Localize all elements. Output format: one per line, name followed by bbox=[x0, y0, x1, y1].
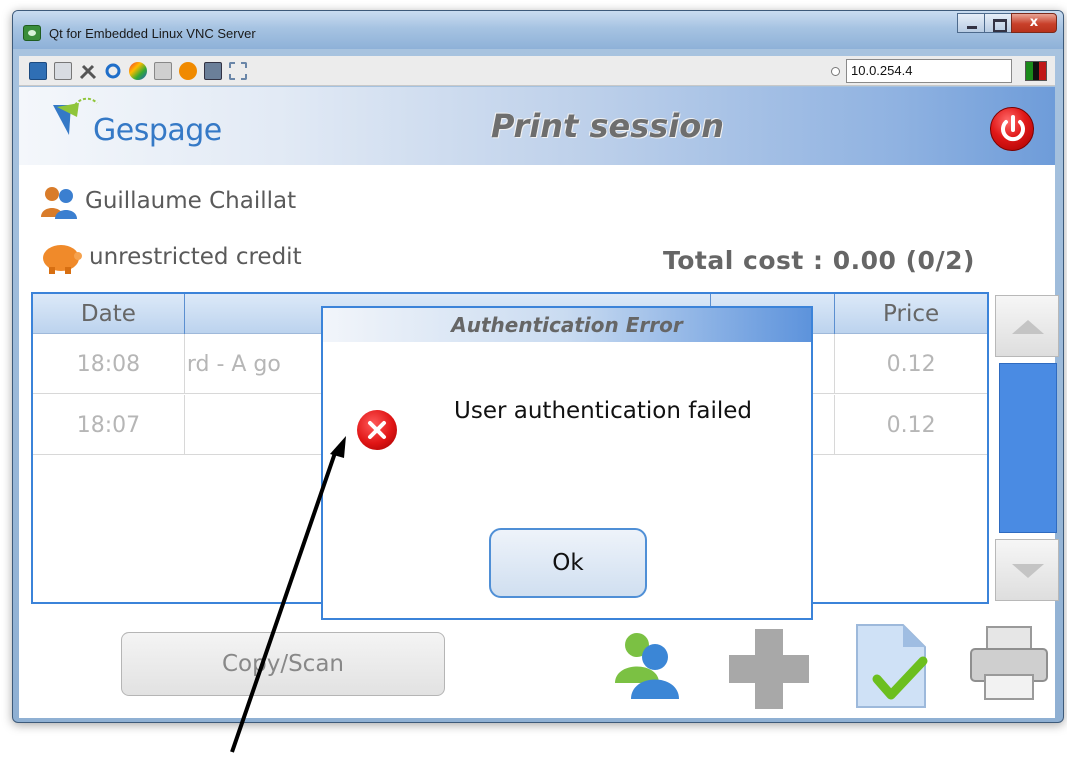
scroll-up-button[interactable] bbox=[995, 295, 1059, 357]
users-icon bbox=[41, 187, 77, 219]
scrollbar-thumb[interactable] bbox=[999, 363, 1057, 533]
error-icon bbox=[357, 410, 397, 450]
dialog-title: Authentication Error bbox=[323, 308, 811, 342]
scroll-down-button[interactable] bbox=[995, 539, 1059, 601]
document-validate-icon[interactable] bbox=[853, 621, 937, 711]
cell-price: 0.12 bbox=[886, 351, 936, 377]
printer-icon[interactable] bbox=[969, 625, 1049, 701]
ip-address-area: 10.0.254.4 bbox=[831, 59, 1012, 83]
user-row: Guillaume Chaillat bbox=[39, 183, 296, 219]
power-button[interactable] bbox=[990, 107, 1034, 151]
vnc-app-icon bbox=[23, 25, 41, 41]
column-header-date[interactable]: Date bbox=[33, 294, 185, 334]
ip-address-field[interactable]: 10.0.254.4 bbox=[846, 59, 1012, 83]
copy-icon[interactable] bbox=[54, 62, 72, 80]
app-header: Gespage Print session bbox=[19, 87, 1055, 165]
error-x-icon bbox=[368, 421, 386, 439]
cell-date: 18:07 bbox=[33, 395, 185, 455]
maximize-button[interactable] bbox=[984, 13, 1012, 33]
tools-icon[interactable] bbox=[79, 62, 97, 80]
logo-text: Gespage bbox=[93, 113, 222, 148]
ok-button[interactable]: Ok bbox=[489, 528, 647, 598]
toolbar-icons bbox=[29, 62, 247, 80]
gespage-app: Gespage Print session Guillaume Chaillat bbox=[19, 87, 1059, 718]
copy-scan-button[interactable]: Copy/Scan bbox=[121, 632, 445, 696]
window-controls: x bbox=[957, 13, 1057, 33]
user-name: Guillaume Chaillat bbox=[85, 188, 297, 214]
ip-radio[interactable] bbox=[831, 66, 840, 76]
user-account-icon[interactable] bbox=[611, 629, 681, 699]
window-title: Qt for Embedded Linux VNC Server bbox=[49, 26, 256, 41]
cell-date: 18:08 bbox=[33, 334, 185, 394]
auth-error-dialog: Authentication Error User authentication… bbox=[321, 306, 813, 620]
network-icon[interactable] bbox=[204, 62, 222, 80]
window-titlebar[interactable]: Qt for Embedded Linux VNC Server x bbox=[13, 11, 1063, 49]
refresh-icon[interactable] bbox=[104, 62, 122, 80]
cell-price: 0.12 bbox=[886, 412, 936, 438]
credit-row: unrestricted credit bbox=[39, 239, 302, 275]
keyboard-icon[interactable] bbox=[154, 62, 172, 80]
colors-icon[interactable] bbox=[129, 62, 147, 80]
connection-status-icon bbox=[1025, 61, 1047, 81]
power-icon bbox=[1001, 115, 1025, 142]
credit-status: unrestricted credit bbox=[89, 244, 302, 270]
screenshot-stage: Qt for Embedded Linux VNC Server x 10.0.… bbox=[0, 0, 1067, 758]
dialog-message: User authentication failed bbox=[454, 398, 752, 424]
minimize-button[interactable] bbox=[957, 13, 985, 33]
fullscreen-icon[interactable] bbox=[229, 62, 247, 80]
close-icon: x bbox=[1029, 15, 1039, 30]
total-cost: Total cost : 0.00 (0/2) bbox=[663, 246, 975, 275]
add-icon[interactable] bbox=[727, 627, 811, 711]
alert-icon[interactable] bbox=[179, 62, 197, 80]
vnc-window: Qt for Embedded Linux VNC Server x 10.0.… bbox=[12, 10, 1064, 723]
close-window-button[interactable]: x bbox=[1011, 13, 1057, 33]
vnc-toolbar: 10.0.254.4 bbox=[19, 56, 1055, 86]
monitor-icon[interactable] bbox=[29, 62, 47, 80]
page-title: Print session bbox=[491, 107, 725, 145]
piggy-bank-icon bbox=[43, 245, 82, 274]
column-header-price[interactable]: Price bbox=[835, 294, 987, 334]
